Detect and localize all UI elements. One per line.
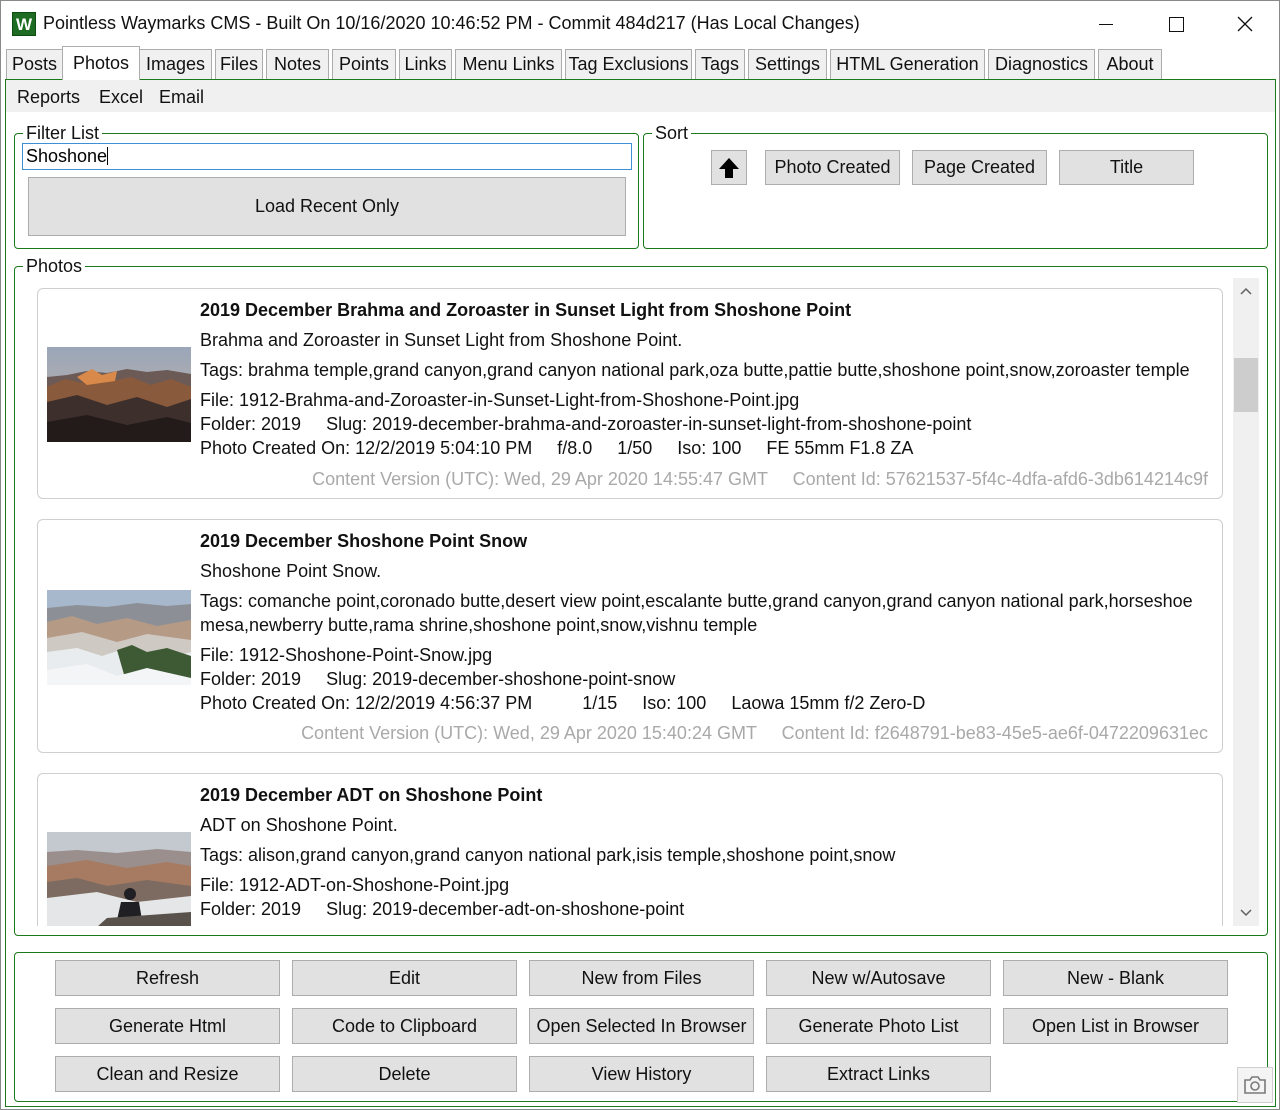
tab-tags[interactable]: Tags [695,49,745,79]
tab-diagnostics[interactable]: Diagnostics [988,49,1095,79]
delete-button[interactable]: Delete [292,1056,517,1092]
tab-strip: Posts Photos Images Files Notes Points L… [1,46,1279,80]
open-selected-in-browser-button[interactable]: Open Selected In Browser [529,1008,754,1044]
code-to-clipboard-button[interactable]: Code to Clipboard [292,1008,517,1044]
tab-menu-links[interactable]: Menu Links [455,49,562,79]
photo-thumbnail [47,832,191,926]
tab-about[interactable]: About [1098,49,1162,79]
content-meta: Content Version (UTC): Wed, 29 Apr 2020 … [301,723,1208,743]
photo-summary: ADT on Shoshone Point. [200,815,398,835]
chevron-down-icon [1240,909,1252,917]
photo-tags: Tags: comanche point,coronado butte,dese… [200,591,1193,635]
photo-details: 2019 December Brahma and Zoroaster in Su… [200,297,1208,460]
photo-title: 2019 December ADT on Shoshone Point [200,785,543,805]
photo-folder-slug: Folder: 2019 Slug: 2019-december-shoshon… [200,669,676,689]
open-list-in-browser-button[interactable]: Open List in Browser [1003,1008,1228,1044]
minimize-button[interactable] [1071,1,1141,47]
scroll-thumb[interactable] [1234,358,1258,412]
sort-label: Sort [652,123,692,143]
chevron-up-icon [1240,287,1252,295]
new-blank-button[interactable]: New - Blank [1003,960,1228,996]
list-scrollbar[interactable] [1233,278,1259,926]
view-history-button[interactable]: View History [529,1056,754,1092]
sort-direction-button[interactable] [711,150,747,185]
tab-files[interactable]: Files [215,49,263,79]
list-item[interactable]: 2019 December Brahma and Zoroaster in Su… [37,288,1223,499]
photo-folder-slug: Folder: 2019 Slug: 2019-december-brahma-… [200,414,972,434]
menu-bar: Reports Excel Email [6,80,1275,112]
photo-thumbnail [47,347,191,442]
new-autosave-button[interactable]: New w/Autosave [766,960,991,996]
content-meta: Content Version (UTC): Wed, 29 Apr 2020 … [312,469,1208,489]
sort-page-created-button[interactable]: Page Created [912,150,1047,185]
photo-details: 2019 December ADT on Shoshone Point ADT … [200,782,1208,921]
menu-reports[interactable]: Reports [17,87,80,108]
edit-button[interactable]: Edit [292,960,517,996]
tab-links[interactable]: Links [399,49,452,79]
title-bar: W Pointless Waymarks CMS - Built On 10/1… [1,1,1279,47]
photo-file: File: 1912-Brahma-and-Zoroaster-in-Sunse… [200,390,800,410]
sort-photo-created-button[interactable]: Photo Created [765,150,900,185]
tab-settings[interactable]: Settings [748,49,827,79]
filter-list-label: Filter List [23,123,103,143]
window-title: Pointless Waymarks CMS - Built On 10/16/… [43,13,860,33]
new-from-files-button[interactable]: New from Files [529,960,754,996]
photo-info: Photo Created On: 12/2/2019 4:56:37 PM 1… [200,693,926,713]
arrow-up-icon [719,157,739,178]
refresh-button[interactable]: Refresh [55,960,280,996]
photo-file: File: 1912-Shoshone-Point-Snow.jpg [200,645,493,665]
screenshot-button[interactable] [1237,1067,1273,1103]
load-recent-button[interactable]: Load Recent Only [28,177,626,236]
extract-links-button[interactable]: Extract Links [766,1056,991,1092]
tab-posts[interactable]: Posts [6,49,63,79]
photo-title: 2019 December Brahma and Zoroaster in Su… [200,300,852,320]
tab-images[interactable]: Images [139,49,212,79]
sort-title-button[interactable]: Title [1059,150,1194,185]
tab-points[interactable]: Points [332,49,396,79]
maximize-icon [1168,16,1184,32]
photo-info: Photo Created On: 12/2/2019 5:04:10 PM f… [200,438,914,458]
photo-file: File: 1912-ADT-on-Shoshone-Point.jpg [200,875,510,895]
photo-tags: Tags: brahma temple,grand canyon,grand c… [200,360,1190,380]
photo-summary: Brahma and Zoroaster in Sunset Light fro… [200,330,683,350]
photo-folder-slug: Folder: 2019 Slug: 2019-december-adt-on-… [200,899,685,919]
photo-list[interactable]: 2019 December Brahma and Zoroaster in Su… [28,278,1232,926]
generate-photo-list-button[interactable]: Generate Photo List [766,1008,991,1044]
minimize-icon [1099,23,1113,25]
tab-notes[interactable]: Notes [266,49,329,79]
list-item[interactable]: 2019 December ADT on Shoshone Point ADT … [37,773,1223,926]
menu-excel[interactable]: Excel [99,87,143,108]
photo-thumbnail [47,590,191,685]
app-window: W Pointless Waymarks CMS - Built On 10/1… [0,0,1280,1110]
text-caret [107,147,109,165]
close-icon [1237,16,1253,32]
tab-tag-exclusions[interactable]: Tag Exclusions [565,49,692,79]
app-icon: W [12,12,36,36]
filter-input-value: Shoshone [26,146,108,166]
scroll-down-button[interactable] [1233,900,1259,926]
clean-and-resize-button[interactable]: Clean and Resize [55,1056,280,1092]
menu-email[interactable]: Email [159,87,204,108]
photo-summary: Shoshone Point Snow. [200,561,382,581]
scroll-up-button[interactable] [1233,278,1259,304]
photo-tags: Tags: alison,grand canyon,grand canyon n… [200,845,896,865]
photo-details: 2019 December Shoshone Point Snow Shosho… [200,528,1208,715]
generate-html-button[interactable]: Generate Html [55,1008,280,1044]
tab-html-generation[interactable]: HTML Generation [830,49,985,79]
photo-title: 2019 December Shoshone Point Snow [200,531,528,551]
filter-input[interactable]: Shoshone [22,143,632,170]
maximize-button[interactable] [1141,1,1211,47]
close-button[interactable] [1210,1,1280,47]
photos-label: Photos [23,256,86,276]
tab-photos[interactable]: Photos [62,46,140,80]
list-item[interactable]: 2019 December Shoshone Point Snow Shosho… [37,519,1223,753]
camera-icon [1244,1076,1266,1094]
